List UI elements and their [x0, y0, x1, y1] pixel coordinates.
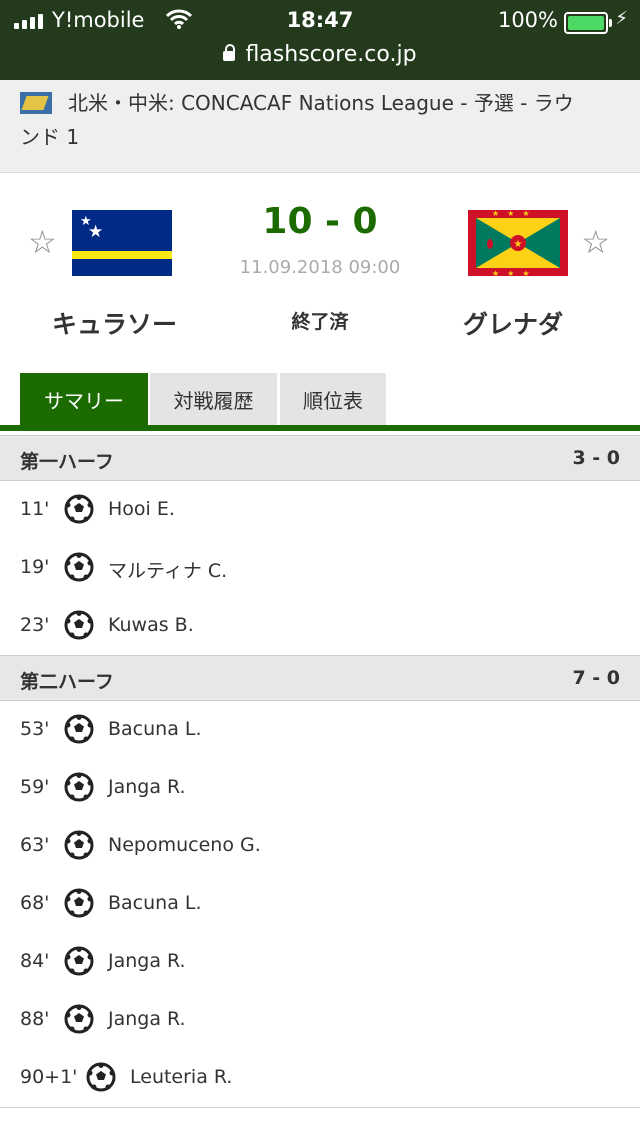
- incident-row: 84' Janga R.: [0, 933, 640, 991]
- incident-row: 90+1' Leuteria R.: [0, 1049, 640, 1107]
- match-header: ☆ ★ ★ 10 - 0 11.09.2018 09:00 ★ ★★★ ★★★ ☆ …: [0, 173, 640, 373]
- battery-percent: 100%: [497, 8, 558, 32]
- goal-ball-icon: [64, 494, 94, 524]
- battery-icon: [564, 12, 612, 34]
- section-title: 第二ハーフ: [20, 671, 114, 693]
- incident-player[interactable]: Bacuna L.: [108, 892, 202, 914]
- incident-player[interactable]: マルティナ C.: [108, 556, 227, 583]
- section-header: 第二ハーフ 7 - 0: [0, 655, 640, 701]
- incident-player[interactable]: Leuteria R.: [130, 1066, 232, 1088]
- incident-player[interactable]: Janga R.: [108, 1008, 186, 1030]
- competition-header[interactable]: 北米・中米: CONCACAF Nations League - 予選 - ラウ…: [0, 80, 640, 173]
- lock-icon: [223, 44, 236, 61]
- summary-sections: 第一ハーフ 3 - 0 11' Hooi E. 19' マルティナ C. 23' Kuwas …: [0, 435, 640, 1107]
- incident-player[interactable]: Hooi E.: [108, 498, 175, 520]
- incident-player[interactable]: Bacuna L.: [108, 718, 202, 740]
- goal-ball-icon: [64, 552, 94, 582]
- incident-row: 59' Janga R.: [0, 759, 640, 817]
- incident-minute: 19': [20, 556, 50, 578]
- tab-summary[interactable]: サマリー: [20, 373, 148, 429]
- goal-ball-icon: [64, 830, 94, 860]
- goal-ball-icon: [64, 714, 94, 744]
- goal-ball-icon: [64, 772, 94, 802]
- goal-ball-icon: [64, 888, 94, 918]
- tab-underline: [0, 425, 640, 431]
- section-header: 第一ハーフ 3 - 0: [0, 435, 640, 481]
- svg-text:★: ★: [514, 239, 523, 250]
- incident-row: 19' マルティナ C.: [0, 539, 640, 597]
- url-text: flashscore.co.jp: [245, 42, 417, 67]
- incident-minute: 88': [20, 1008, 50, 1030]
- goal-ball-icon: [64, 1004, 94, 1034]
- competition-name: 北米・中米: CONCACAF Nations League - 予選 - ラウ…: [20, 86, 620, 154]
- tab-standings[interactable]: 順位表: [280, 373, 386, 429]
- section-title: 第一ハーフ: [20, 451, 114, 473]
- incident-minute: 59': [20, 776, 50, 798]
- incident-minute: 53': [20, 718, 50, 740]
- incident-row: 63' Nepomuceno G.: [0, 817, 640, 875]
- incident-minute: 63': [20, 834, 50, 856]
- section-score: 7 - 0: [572, 667, 620, 689]
- incident-row: 53' Bacuna L.: [0, 701, 640, 759]
- competition-name-line2: ンド 1: [20, 125, 80, 149]
- incident-row: 88' Janga R.: [0, 991, 640, 1049]
- incident-player[interactable]: Nepomuceno G.: [108, 834, 261, 856]
- divider: [0, 1107, 640, 1108]
- incident-minute: 68': [20, 892, 50, 914]
- region-flag-icon: [20, 92, 52, 114]
- goal-ball-icon: [64, 610, 94, 640]
- incident-row: 11' Hooi E.: [0, 481, 640, 539]
- goal-ball-icon: [86, 1062, 116, 1092]
- section-score: 3 - 0: [572, 447, 620, 469]
- tab-bar: サマリー 対戦履歴 順位表: [0, 373, 640, 431]
- charging-icon: ⚡: [615, 8, 628, 29]
- browser-status-bar: Y!mobile 18:47 100% ⚡ flashscore.co.jp: [0, 0, 640, 80]
- incident-minute: 90+1': [20, 1066, 78, 1088]
- incident-minute: 11': [20, 498, 50, 520]
- goal-ball-icon: [64, 946, 94, 976]
- incident-player[interactable]: Janga R.: [108, 950, 186, 972]
- favorite-away-star-icon[interactable]: ☆: [581, 223, 610, 261]
- competition-name-line1: 北米・中米: CONCACAF Nations League - 予選 - ラウ: [68, 91, 574, 115]
- grenada-flag-icon[interactable]: ★ ★★★ ★★★: [468, 209, 568, 278]
- url-bar[interactable]: flashscore.co.jp: [0, 42, 640, 67]
- away-team-name[interactable]: グレナダ: [463, 305, 563, 341]
- incident-minute: 23': [20, 614, 50, 636]
- tab-head-to-head[interactable]: 対戦履歴: [150, 373, 277, 429]
- incident-player[interactable]: Kuwas B.: [108, 614, 194, 636]
- incident-player[interactable]: Janga R.: [108, 776, 186, 798]
- incident-minute: 84': [20, 950, 50, 972]
- incident-row: 68' Bacuna L.: [0, 875, 640, 933]
- incident-row: 23' Kuwas B.: [0, 597, 640, 655]
